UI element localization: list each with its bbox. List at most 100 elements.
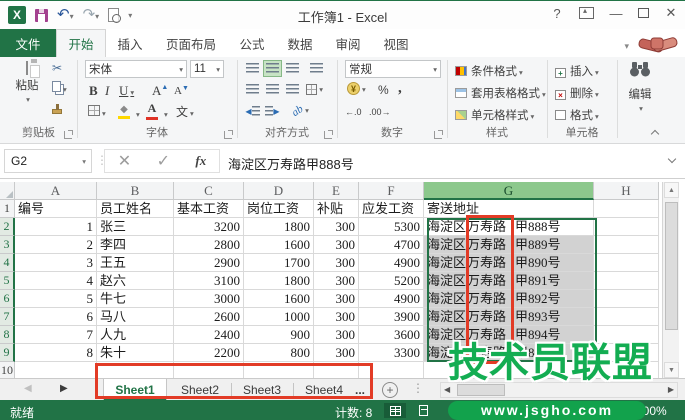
tab-home[interactable]: 开始 (56, 29, 106, 57)
borders-button[interactable]: ▾ (88, 105, 106, 119)
row-header-9[interactable]: 9 (0, 344, 15, 362)
cell-A9[interactable]: 8 (15, 344, 97, 362)
cell-C4[interactable]: 2900 (174, 254, 244, 272)
conditional-formatting-button[interactable]: 条件格式▾ (455, 63, 523, 79)
sheet-nav-left-icon[interactable]: ◀ (24, 383, 32, 394)
cell-F2[interactable]: 5300 (359, 218, 424, 236)
cut-button[interactable]: ✂ (52, 61, 62, 75)
fill-color-button[interactable]: ◆ (118, 103, 130, 119)
row-header-2[interactable]: 2 (0, 218, 15, 236)
cell-D4[interactable]: 1700 (244, 254, 314, 272)
column-header-C[interactable]: C (174, 182, 244, 200)
cell-E10[interactable] (314, 362, 359, 378)
number-format-combobox[interactable]: 常规▾ (345, 60, 441, 78)
merge-center-button[interactable]: ▾ (306, 82, 323, 97)
tab-file[interactable]: 文件 (0, 29, 56, 57)
name-box[interactable]: G2 ▾ (4, 149, 92, 173)
cell-F8[interactable]: 3600 (359, 326, 424, 344)
cell-B5[interactable]: 赵六 (97, 272, 174, 290)
italic-button[interactable]: I (105, 83, 109, 99)
fill-handle[interactable] (592, 358, 598, 364)
column-header-F[interactable]: F (359, 182, 424, 200)
number-dialog-launcher[interactable] (434, 131, 442, 139)
cell-H9[interactable] (594, 344, 659, 362)
cell-B2[interactable]: 张三 (97, 218, 174, 236)
format-cells-button[interactable]: 格式▾ (555, 107, 599, 123)
tab-page-layout[interactable]: 页面布局 (154, 29, 228, 57)
sheet-tab-sheet3[interactable]: Sheet3 (233, 379, 291, 401)
collapse-ribbon-chevron-icon[interactable] (651, 130, 659, 138)
row-header-1[interactable]: 1 (0, 200, 15, 218)
cell-C5[interactable]: 3100 (174, 272, 244, 290)
cell-H1[interactable] (594, 200, 659, 218)
column-header-E[interactable]: E (314, 182, 359, 200)
grow-font-button[interactable]: A▲ (152, 83, 168, 99)
cell-D5[interactable]: 1800 (244, 272, 314, 290)
sheet-tab-sheet1[interactable]: Sheet1 (103, 379, 167, 401)
cell-G2[interactable]: 海淀区万寿路甲888号 (424, 218, 594, 236)
cell-H2[interactable] (594, 218, 659, 236)
horizontal-scrollbar-thumb[interactable] (457, 384, 505, 396)
cell-H6[interactable] (594, 290, 659, 308)
align-left-button[interactable] (244, 82, 261, 97)
scroll-up-arrow[interactable]: ▲ (664, 182, 679, 198)
format-painter-button[interactable] (52, 105, 62, 117)
sheet-tab-overflow[interactable]: ... (352, 379, 368, 401)
editing-group-button[interactable]: 编辑 ▾ (625, 61, 655, 114)
scroll-down-arrow[interactable]: ▼ (664, 362, 679, 378)
column-header-G[interactable]: G (424, 182, 594, 200)
cell-C2[interactable]: 3200 (174, 218, 244, 236)
cell-E7[interactable]: 300 (314, 308, 359, 326)
zoom-level[interactable]: 100% (636, 404, 667, 418)
cell-C3[interactable]: 2800 (174, 236, 244, 254)
cell-A2[interactable]: 1 (15, 218, 97, 236)
tab-data[interactable]: 数据 (276, 29, 324, 57)
paste-button[interactable]: 粘贴 ▾ (10, 62, 44, 105)
cell-G9[interactable]: 海淀区万寿路甲895号 (424, 344, 594, 362)
decrease-indent-button[interactable]: ◀ (244, 104, 261, 119)
align-bottom-button[interactable] (284, 61, 301, 76)
cell-D9[interactable]: 800 (244, 344, 314, 362)
column-header-B[interactable]: B (97, 182, 174, 200)
shrink-font-button[interactable]: A▼ (174, 84, 189, 97)
cell-H7[interactable] (594, 308, 659, 326)
cell-B7[interactable]: 马八 (97, 308, 174, 326)
align-center-button[interactable] (264, 82, 281, 97)
row-header-3[interactable]: 3 (0, 236, 15, 254)
cell-F5[interactable]: 5200 (359, 272, 424, 290)
cell-E8[interactable]: 300 (314, 326, 359, 344)
cell-H5[interactable] (594, 272, 659, 290)
font-dialog-launcher[interactable] (224, 131, 232, 139)
cell-C6[interactable]: 3000 (174, 290, 244, 308)
percent-style-button[interactable]: % (378, 83, 389, 97)
cell-D1[interactable]: 岗位工资 (244, 200, 314, 218)
bold-button[interactable]: B (89, 83, 98, 99)
row-header-8[interactable]: 8 (0, 326, 15, 344)
page-layout-view-button[interactable] (412, 403, 434, 418)
column-header-A[interactable]: A (15, 182, 97, 200)
cell-H10[interactable] (594, 362, 659, 378)
cell-B1[interactable]: 员工姓名 (97, 200, 174, 218)
cell-A8[interactable]: 7 (15, 326, 97, 344)
cell-A5[interactable]: 4 (15, 272, 97, 290)
close-button[interactable]: ✕ (663, 5, 679, 21)
comma-style-button[interactable]: , (398, 80, 402, 97)
cell-E9[interactable]: 300 (314, 344, 359, 362)
cell-G6[interactable]: 海淀区万寿路甲892号 (424, 290, 594, 308)
format-as-table-button[interactable]: 套用表格格式▾ (455, 85, 546, 101)
cell-G8[interactable]: 海淀区万寿路甲894号 (424, 326, 594, 344)
help-button[interactable]: ? (549, 6, 565, 21)
cell-D8[interactable]: 900 (244, 326, 314, 344)
cell-G3[interactable]: 海淀区万寿路甲889号 (424, 236, 594, 254)
vertical-scrollbar-thumb[interactable] (665, 202, 678, 330)
cell-E6[interactable]: 300 (314, 290, 359, 308)
increase-indent-button[interactable]: ▶ (264, 104, 281, 119)
align-top-button[interactable] (244, 61, 261, 76)
tab-options-dots-icon[interactable]: ⋮ (412, 381, 424, 395)
cell-F6[interactable]: 4900 (359, 290, 424, 308)
cell-F4[interactable]: 4900 (359, 254, 424, 272)
phonetic-button[interactable]: 文▾ (176, 103, 194, 120)
cell-A1[interactable]: 编号 (15, 200, 97, 218)
cell-A7[interactable]: 6 (15, 308, 97, 326)
tab-formulas[interactable]: 公式 (228, 29, 276, 57)
